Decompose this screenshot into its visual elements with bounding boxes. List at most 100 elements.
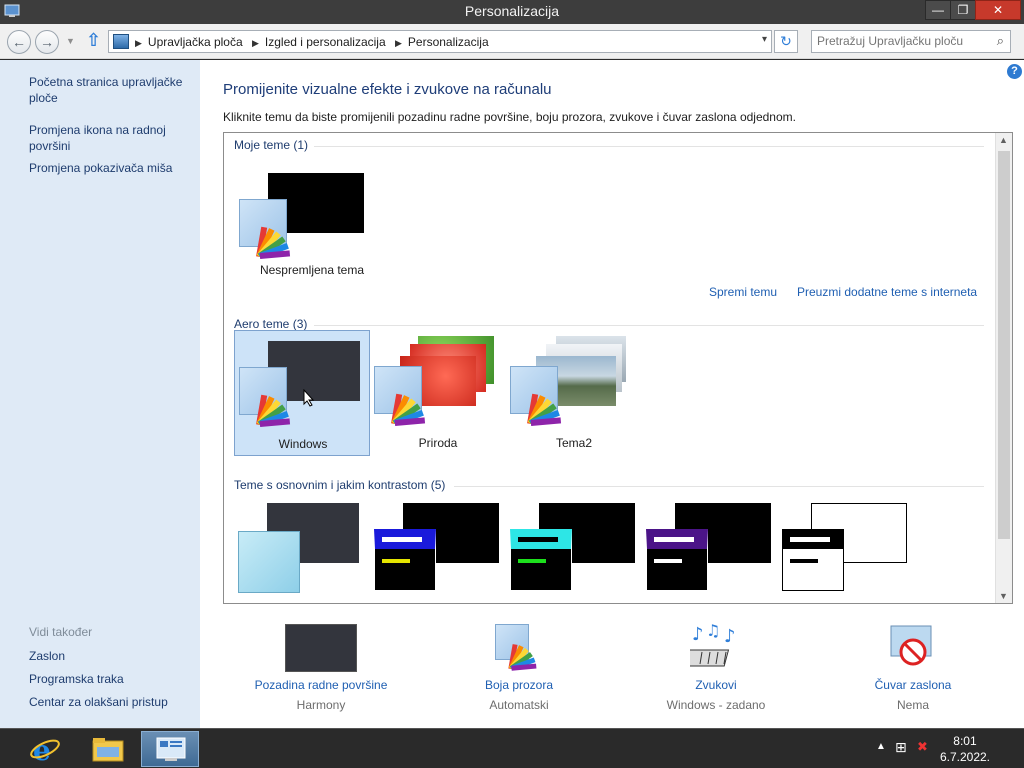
section-header-hc-themes: Teme s osnovnim i jakim kontrastom (5)	[234, 478, 446, 492]
theme-tile-hc2[interactable]	[506, 503, 642, 599]
search-icon[interactable]: ⌕	[997, 33, 1004, 49]
chevron-down-icon[interactable]: ▾	[762, 34, 767, 45]
window-color-link[interactable]: Boja prozora	[439, 678, 599, 692]
desktop-background-icon	[285, 624, 357, 672]
sidebar-link-control-panel-home[interactable]: Početna stranica upravljačke ploče	[29, 74, 189, 106]
vertical-scrollbar[interactable]: ▲ ▼	[995, 133, 1012, 603]
section-header-aero-themes: Aero teme (3)	[234, 317, 308, 331]
maximize-button[interactable]: ❐	[950, 0, 976, 20]
desktop-background-value: Harmony	[296, 698, 346, 712]
window-preview-bar	[518, 559, 546, 563]
page-description: Kliknite temu da biste promijenili pozad…	[223, 110, 796, 124]
screensaver-value: Nema	[896, 698, 929, 712]
sounds-icon: ♪ ♫ ♪	[690, 622, 736, 667]
help-icon[interactable]: ?	[1007, 64, 1022, 79]
see-also-header: Vidi također	[29, 625, 93, 639]
system-tray: ▲ ⊞ ✖ 8:01 6.7.2022.	[864, 729, 1024, 768]
taskbar-clock[interactable]: 8:01 6.7.2022.	[940, 733, 990, 765]
screensaver-link[interactable]: Čuvar zaslona	[833, 678, 993, 692]
window-title: Personalizacija	[464, 3, 560, 19]
theme-tile-priroda[interactable]: Priroda	[370, 330, 506, 456]
scroll-up-arrow[interactable]: ▲	[999, 135, 1008, 145]
section-divider	[314, 325, 984, 326]
control-panel-icon	[156, 737, 186, 761]
scrollbar-thumb[interactable]	[998, 151, 1010, 539]
main-content: ? Promijenite vizualne efekte i zvukove …	[200, 60, 1024, 728]
navigation-bar: ← → ▼ ⇧ ▶ Upravljačka ploča ▶ Izgled i per…	[0, 24, 1024, 59]
window-preview-bar	[790, 559, 818, 563]
breadcrumb-item[interactable]: Upravljačka ploča	[148, 35, 243, 49]
sidebar-link-desktop-icons[interactable]: Promjena ikona na radnoj površini	[29, 122, 189, 154]
theme-label: Windows	[278, 437, 328, 451]
window-preview-bar	[518, 537, 558, 542]
sidebar: Početna stranica upravljačke ploče Promj…	[0, 60, 200, 728]
section-divider	[454, 486, 984, 487]
window-preview-bar	[382, 537, 422, 542]
screensaver-icon	[890, 625, 932, 666]
internet-explorer-button[interactable]: e	[17, 731, 75, 767]
svg-text:♪: ♪	[724, 626, 736, 647]
control-panel-taskbar-button[interactable]	[141, 731, 199, 767]
theme-tile-basic[interactable]	[234, 503, 370, 599]
theme-label: Nespremljena tema	[259, 263, 365, 277]
theme-tile-windows[interactable]: Windows	[234, 330, 370, 456]
sounds-value: Windows - zadano	[666, 698, 766, 712]
search-input[interactable]	[817, 34, 982, 48]
control-panel-icon	[113, 34, 129, 49]
address-bar[interactable]: ▶ Upravljačka ploča ▶ Izgled i personaliza…	[108, 30, 772, 53]
theme-tile-hc-white[interactable]	[778, 503, 914, 599]
theme-label: Priroda	[418, 436, 458, 450]
page-title: Promijenite vizualne efekte i zvukove na…	[223, 81, 552, 98]
breadcrumb-item[interactable]: Izgled i personalizacija	[265, 35, 386, 49]
up-arrow-icon[interactable]: ⇧	[86, 31, 104, 51]
clock-time: 8:01	[953, 734, 977, 748]
title-bar: Personalizacija — ❐ ✕	[0, 0, 1024, 24]
section-header-my-themes: Moje teme (1)	[234, 138, 309, 152]
color-fan-icon	[527, 393, 562, 426]
sounds-link[interactable]: Zvukovi	[636, 678, 796, 692]
forward-button[interactable]: →	[35, 30, 59, 54]
minimize-button[interactable]: —	[925, 0, 951, 20]
sidebar-link-taskbar[interactable]: Programska traka	[29, 671, 189, 687]
network-icon[interactable]: ⊞	[895, 739, 907, 756]
color-fan-icon	[256, 226, 291, 259]
theme-label: Tema2	[555, 436, 593, 450]
recent-pages-dropdown[interactable]: ▼	[66, 36, 76, 46]
svg-text:♫: ♫	[706, 622, 720, 640]
clock-date: 6.7.2022.	[939, 750, 990, 764]
back-button[interactable]: ←	[7, 30, 31, 54]
window-preview	[238, 531, 300, 593]
window-preview-bar	[654, 537, 694, 542]
scroll-down-arrow[interactable]: ▼	[999, 591, 1008, 601]
window-preview-bar	[654, 559, 682, 563]
theme-tile-hc3[interactable]	[642, 503, 778, 599]
sidebar-link-display[interactable]: Zaslon	[29, 648, 189, 664]
volume-muted-icon[interactable]: ✖	[917, 739, 928, 755]
color-fan-icon	[391, 393, 426, 426]
save-theme-link[interactable]: Spremi temu	[709, 285, 777, 299]
window-color-value: Automatski	[489, 698, 549, 712]
taskbar: e ▲ ⊞ ✖ 8:01 6.7.2022.	[0, 728, 1024, 768]
sidebar-link-mouse-pointers[interactable]: Promjena pokazivača miša	[29, 160, 189, 176]
search-box[interactable]: ⌕	[811, 30, 1011, 53]
breadcrumb-item[interactable]: Personalizacija	[408, 35, 489, 49]
folder-icon	[92, 738, 124, 762]
svg-text:♪: ♪	[692, 624, 704, 645]
sidebar-link-ease-of-access[interactable]: Centar za olakšani pristup	[29, 694, 189, 710]
file-explorer-button[interactable]	[79, 731, 137, 767]
show-hidden-icons-arrow[interactable]: ▲	[876, 741, 886, 752]
theme-tile-tema2[interactable]: Tema2	[506, 330, 642, 456]
desktop-background-link[interactable]: Pozadina radne površine	[241, 678, 401, 692]
window-preview-bar	[382, 559, 410, 563]
window-preview-bar	[790, 537, 830, 542]
close-button[interactable]: ✕	[975, 0, 1021, 20]
breadcrumb: ▶ Upravljačka ploča ▶ Izgled i personaliza…	[135, 35, 489, 49]
refresh-button[interactable]: ↻	[774, 30, 798, 53]
theme-tile-hc1[interactable]	[370, 503, 506, 599]
theme-list: Moje teme (1) Nespremljena tema Spremi t…	[223, 132, 1013, 604]
color-fan-icon	[508, 644, 537, 671]
download-themes-link[interactable]: Preuzmi dodatne teme s interneta	[797, 285, 977, 299]
theme-tile-unsaved[interactable]: Nespremljena tema	[234, 155, 370, 281]
color-fan-icon	[256, 394, 291, 427]
section-divider	[314, 146, 984, 147]
